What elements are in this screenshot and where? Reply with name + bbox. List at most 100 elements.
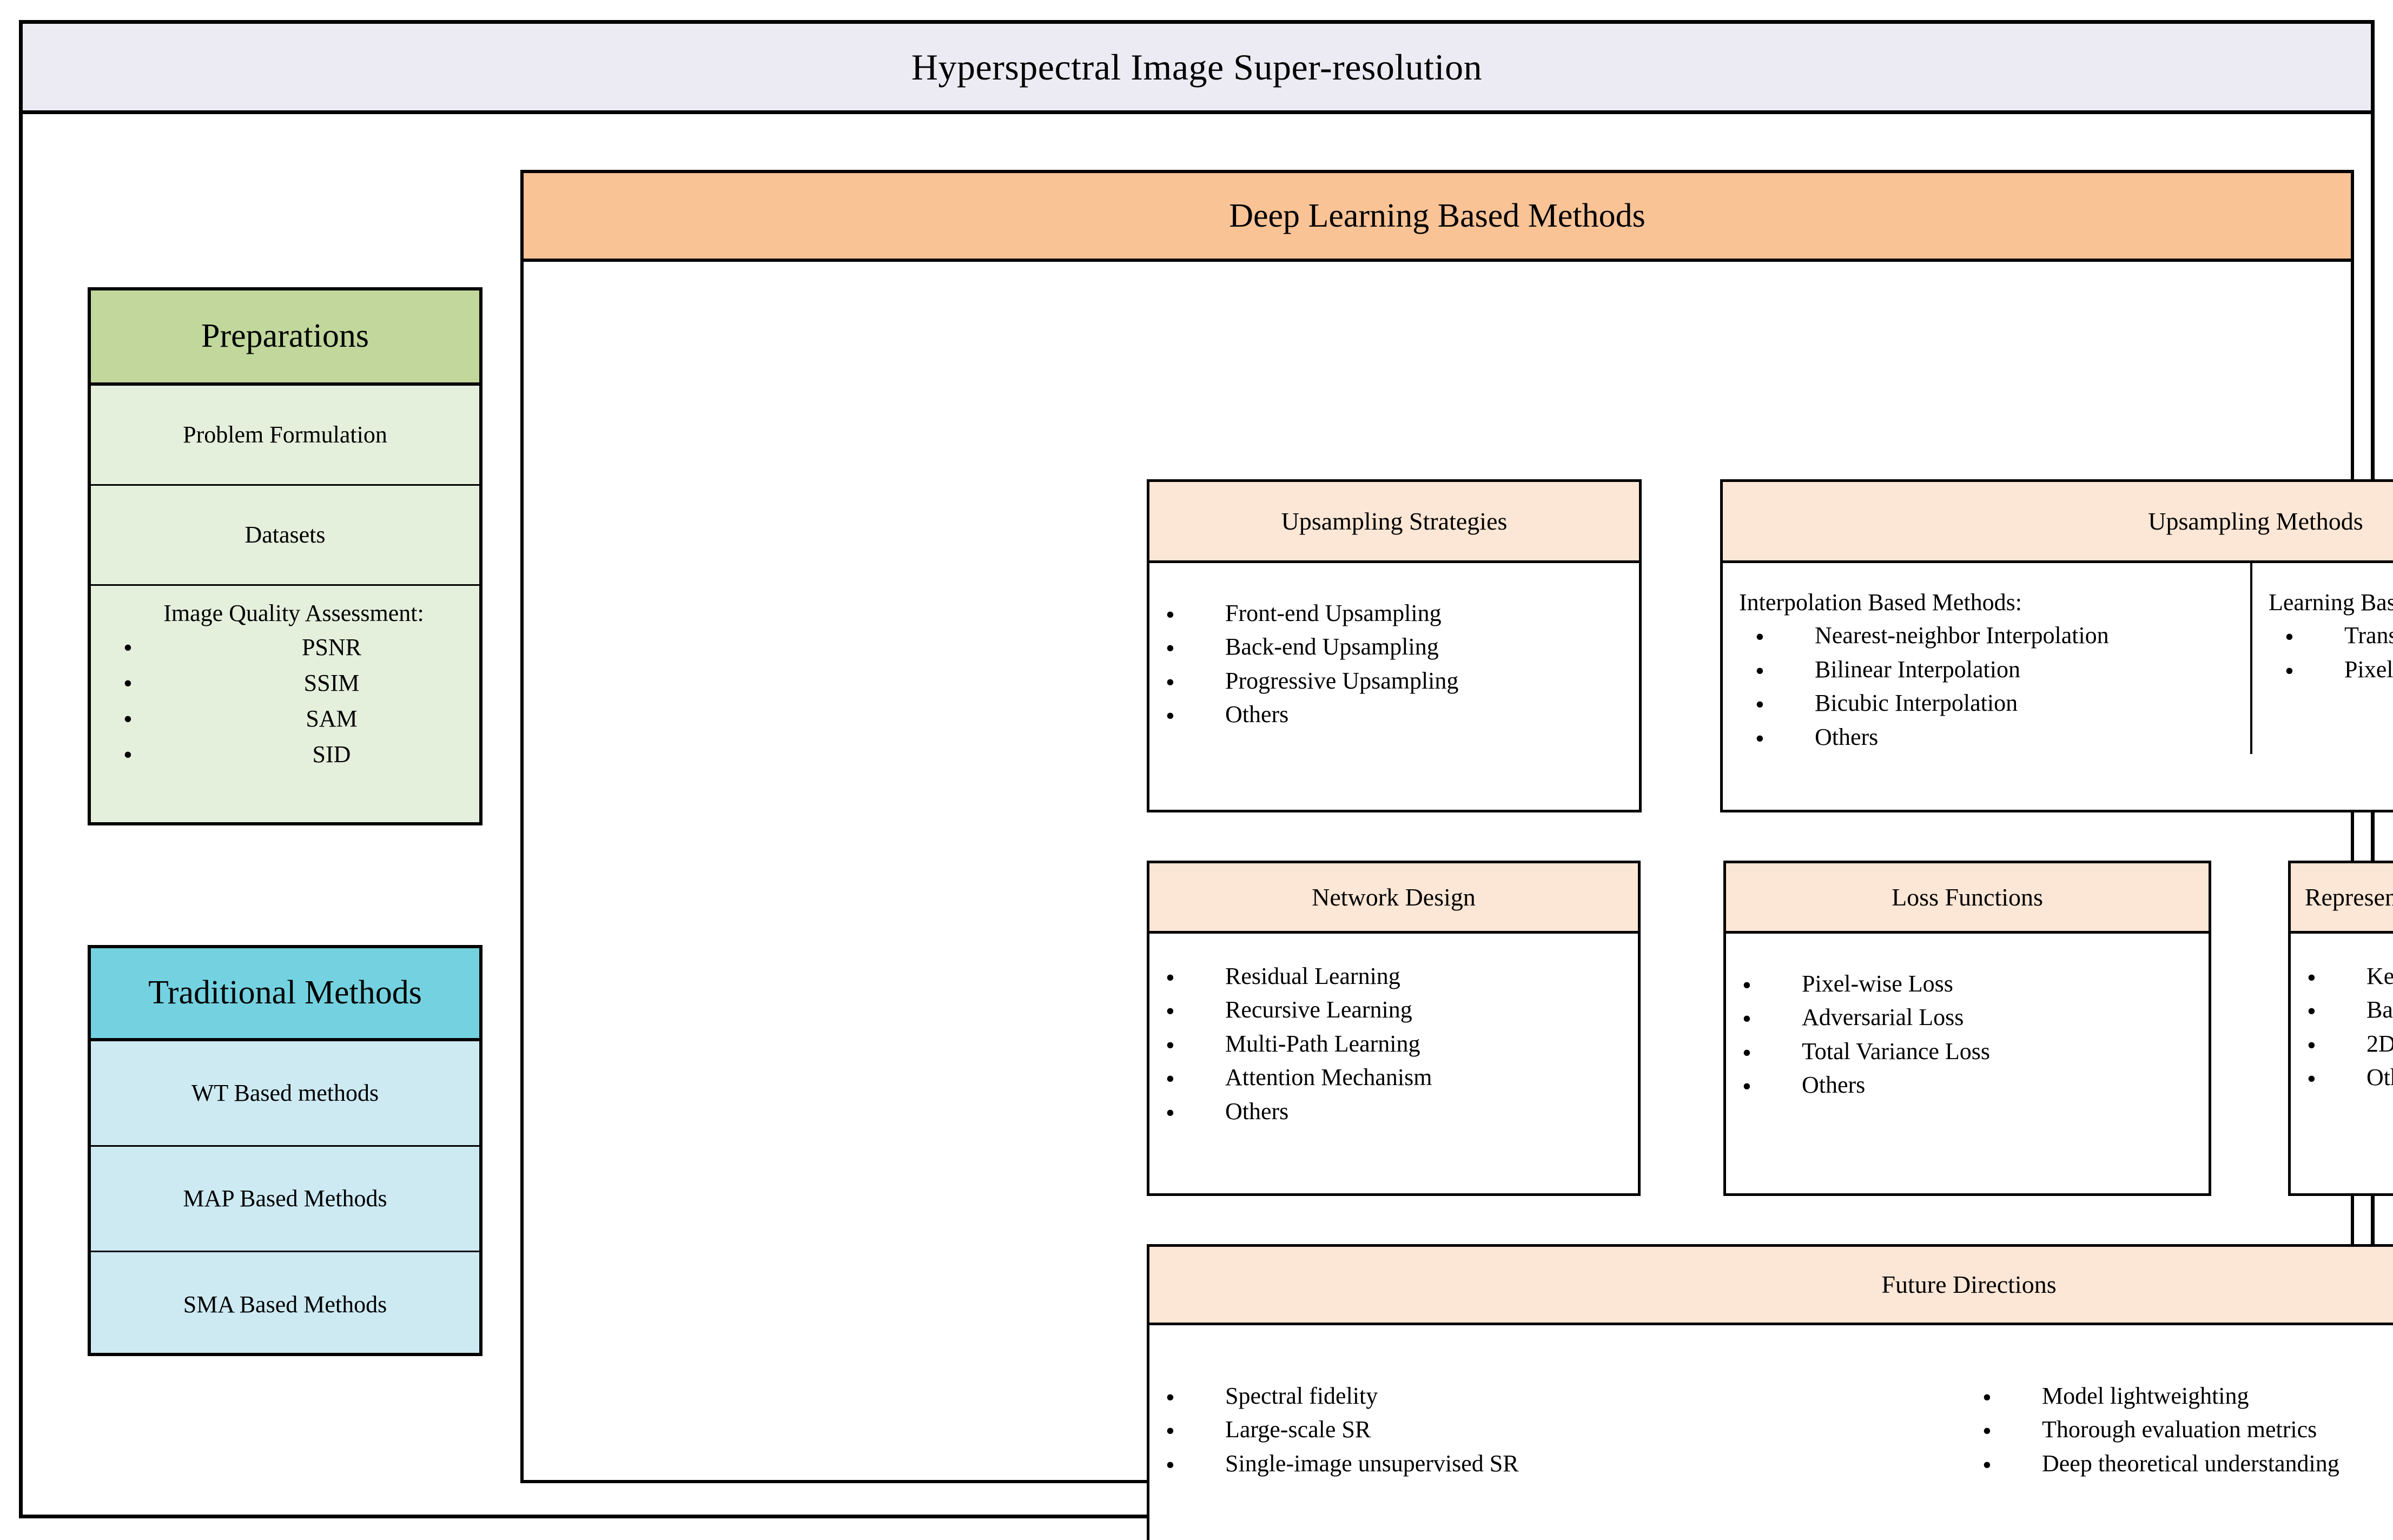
list-item: SSIM bbox=[108, 664, 479, 703]
future-directions-body: Spectral fidelity Large-scale SR Single-… bbox=[1149, 1325, 2393, 1484]
card-title: Loss Functions bbox=[1892, 883, 2043, 911]
upsampling-strategies-header: Upsampling Strategies bbox=[1149, 482, 1639, 563]
learning-heading: Learning Based Methods: bbox=[2269, 589, 2393, 616]
upsampling-methods-body: Interpolation Based Methods: Nearest-nei… bbox=[1723, 563, 2393, 758]
traditional-methods-header-label: Traditional Methods bbox=[148, 974, 422, 1012]
traditional-row-label: MAP Based Methods bbox=[183, 1185, 387, 1212]
list-item: Thorough evaluation metrics bbox=[1966, 1413, 2393, 1450]
network-design-card: Network Design Residual Learning Recursi… bbox=[1147, 861, 1641, 1196]
future-directions-right-column: Model lightweighting Thorough evaluation… bbox=[1966, 1325, 2393, 1484]
list-item: Others bbox=[2291, 1061, 2393, 1098]
future-directions-left-column: Spectral fidelity Large-scale SR Single-… bbox=[1149, 1325, 1966, 1484]
traditional-methods-header: Traditional Methods bbox=[91, 948, 479, 1041]
list-item: Total Variance Loss bbox=[1726, 1035, 2209, 1072]
traditional-row-wt: WT Based methods bbox=[91, 1041, 479, 1147]
future-directions-right-list: Model lightweighting Thorough evaluation… bbox=[1966, 1379, 2393, 1484]
list-item: Deep theoretical understanding bbox=[1966, 1447, 2393, 1484]
list-item: Large-scale SR bbox=[1149, 1413, 1966, 1450]
list-item: Transposed Convolution bbox=[2269, 619, 2393, 656]
card-title: Future Directions bbox=[1881, 1271, 2057, 1299]
diagram-root: Hyperspectral Image Super-resolution Pre… bbox=[0, 0, 2393, 1540]
list-item: Others bbox=[1726, 1068, 2209, 1106]
preparations-row-label: Datasets bbox=[244, 521, 326, 548]
learning-list: Transposed Convolution Pixel Shuffle bbox=[2269, 619, 2393, 690]
list-item: Based on Traditional Framework bbox=[2291, 993, 2393, 1030]
list-item: Others bbox=[1149, 1095, 1638, 1132]
future-directions-card: Future Directions Spectral fidelity Larg… bbox=[1147, 1244, 2393, 1540]
interpolation-based-methods-column: Interpolation Based Methods: Nearest-nei… bbox=[1723, 563, 2250, 758]
page-title-bar: Hyperspectral Image Super-resolution bbox=[23, 24, 2371, 114]
loss-functions-header: Loss Functions bbox=[1726, 863, 2209, 934]
list-item: PSNR bbox=[108, 629, 479, 667]
preparations-row-label: Problem Formulation bbox=[183, 421, 387, 448]
preparations-header-label: Preparations bbox=[201, 318, 369, 355]
preparations-row-image-quality-assessment: Image Quality Assessment: PSNR SSIM SAM … bbox=[91, 586, 479, 775]
list-item: Bicubic Interpolation bbox=[1739, 686, 2250, 724]
list-item: Pixel Shuffle bbox=[2269, 653, 2393, 690]
traditional-row-map: MAP Based Methods bbox=[91, 1147, 479, 1252]
upsampling-methods-header: Upsampling Methods bbox=[1723, 482, 2393, 563]
card-column: Key Bands Based on Traditional Framework… bbox=[2291, 934, 2393, 1098]
traditional-row-sma: SMA Based Methods bbox=[91, 1252, 479, 1358]
network-design-header: Network Design bbox=[1149, 863, 1638, 934]
representative-works-header: Representative Works with Different Stra… bbox=[2291, 863, 2393, 934]
list-item: Multi-Path Learning bbox=[1149, 1027, 1638, 1065]
deep-learning-header-label: Deep Learning Based Methods bbox=[1229, 197, 1645, 234]
representative-works-card: Representative Works with Different Stra… bbox=[2288, 861, 2393, 1196]
traditional-row-label: SMA Based Methods bbox=[183, 1291, 387, 1318]
list-item: Others bbox=[1739, 721, 2250, 758]
card-column: Front-end Upsampling Back-end Upsampling… bbox=[1149, 563, 1639, 735]
upsampling-methods-card: Upsampling Methods Interpolation Based M… bbox=[1720, 479, 2393, 812]
list-item: Front-end Upsampling bbox=[1149, 597, 1639, 634]
interpolation-heading: Interpolation Based Methods: bbox=[1739, 589, 2022, 616]
list-item: Nearest-neighbor Interpolation bbox=[1739, 619, 2250, 656]
list-item: Attention Mechanism bbox=[1149, 1061, 1638, 1098]
card-column: Residual Learning Recursive Learning Mul… bbox=[1149, 934, 1638, 1132]
preparations-header: Preparations bbox=[91, 290, 479, 386]
list-item: SID bbox=[108, 736, 479, 775]
list-item: Back-end Upsampling bbox=[1149, 630, 1639, 667]
list-item: Residual Learning bbox=[1149, 960, 1638, 997]
loss-functions-list: Pixel-wise Loss Adversarial Loss Total V… bbox=[1726, 967, 2209, 1106]
upsampling-strategies-card: Upsampling Strategies Front-end Upsampli… bbox=[1147, 479, 1642, 812]
list-item: Key Bands bbox=[2291, 960, 2393, 997]
preparations-row-problem-formulation: Problem Formulation bbox=[91, 386, 479, 486]
network-design-body: Residual Learning Recursive Learning Mul… bbox=[1149, 934, 1638, 1132]
deep-learning-container: Deep Learning Based Methods Upsampling S… bbox=[520, 170, 2393, 1540]
outer-frame: Hyperspectral Image Super-resolution Pre… bbox=[19, 20, 2393, 1540]
interpolation-list: Nearest-neighbor Interpolation Bilinear … bbox=[1739, 619, 2250, 758]
card-title: Representative Works with Different Stra… bbox=[2304, 883, 2393, 911]
preparations-box: Preparations Problem Formulation Dataset… bbox=[88, 287, 482, 825]
iqa-heading: Image Quality Assessment: bbox=[163, 600, 424, 626]
upsampling-strategies-body: Front-end Upsampling Back-end Upsampling… bbox=[1149, 563, 1639, 735]
list-item: Spectral fidelity bbox=[1149, 1379, 1966, 1417]
list-item: Adversarial Loss bbox=[1726, 1001, 2209, 1038]
card-title: Upsampling Methods bbox=[2148, 507, 2363, 535]
list-item: Others bbox=[1149, 698, 1639, 735]
list-item: 2D/3D Convolution bbox=[2291, 1027, 2393, 1065]
list-item: Bilinear Interpolation bbox=[1739, 653, 2250, 690]
list-item: SAM bbox=[108, 700, 479, 739]
network-design-list: Residual Learning Recursive Learning Mul… bbox=[1149, 960, 1638, 1132]
iqa-list: PSNR SSIM SAM SID bbox=[108, 629, 479, 775]
traditional-row-label: WT Based methods bbox=[191, 1079, 379, 1106]
deep-learning-header: Deep Learning Based Methods bbox=[524, 173, 2351, 262]
traditional-methods-box: Traditional Methods WT Based methods MAP… bbox=[88, 945, 482, 1356]
representative-works-list: Key Bands Based on Traditional Framework… bbox=[2291, 960, 2393, 1098]
list-item: Single-image unsupervised SR bbox=[1149, 1447, 1966, 1484]
upsampling-strategies-list: Front-end Upsampling Back-end Upsampling… bbox=[1149, 597, 1639, 735]
loss-functions-body: Pixel-wise Loss Adversarial Loss Total V… bbox=[1726, 934, 2209, 1106]
list-item: Recursive Learning bbox=[1149, 993, 1638, 1030]
future-directions-header: Future Directions bbox=[1149, 1247, 2393, 1325]
page-title: Hyperspectral Image Super-resolution bbox=[911, 47, 1483, 88]
learning-based-methods-column: Learning Based Methods: Transposed Convo… bbox=[2250, 563, 2393, 755]
list-item: Model lightweighting bbox=[1966, 1379, 2393, 1417]
card-title: Upsampling Strategies bbox=[1281, 507, 1508, 535]
loss-functions-card: Loss Functions Pixel-wise Loss Adversari… bbox=[1723, 861, 2211, 1196]
card-title: Network Design bbox=[1312, 883, 1476, 911]
preparations-row-datasets: Datasets bbox=[91, 486, 479, 586]
future-directions-left-list: Spectral fidelity Large-scale SR Single-… bbox=[1149, 1379, 1966, 1484]
representative-works-body: Key Bands Based on Traditional Framework… bbox=[2291, 934, 2393, 1098]
list-item: Pixel-wise Loss bbox=[1726, 967, 2209, 1004]
card-column: Pixel-wise Loss Adversarial Loss Total V… bbox=[1726, 934, 2209, 1106]
